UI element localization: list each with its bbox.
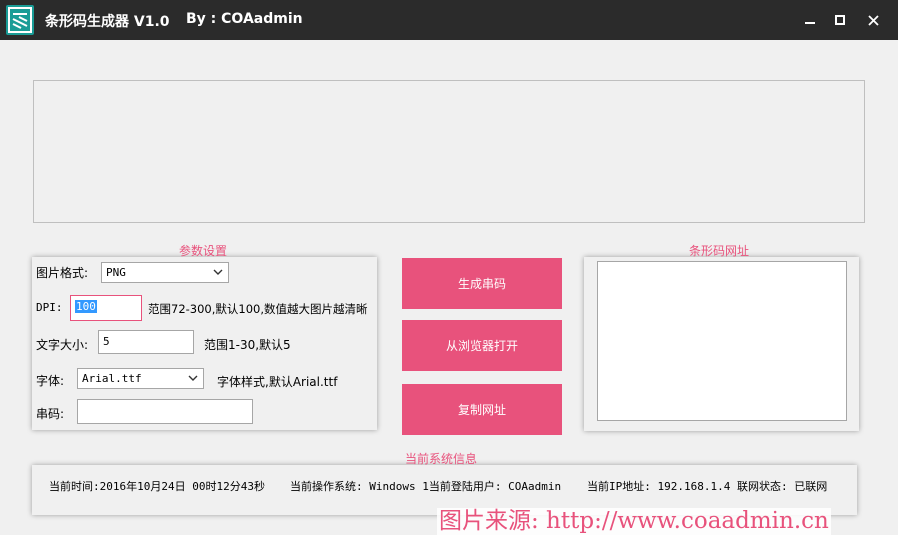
font-select[interactable]: Arial.ttf <box>77 368 204 389</box>
window-author: By : COAadmin <box>186 11 303 27</box>
dpi-value: 100 <box>75 300 97 313</box>
params-group-title: 参数设置 <box>179 244 228 258</box>
open-browser-button[interactable]: 从浏览器打开 <box>402 320 562 371</box>
code-input[interactable] <box>77 399 253 424</box>
params-group: 图片格式: PNG DPI: 100 范围72-300,默认100,数值越大图片… <box>32 257 377 430</box>
url-textbox[interactable] <box>597 261 847 421</box>
title-bar: 条形码生成器 V1.0 By : COAadmin <box>0 0 898 40</box>
fontsize-label: 文字大小: <box>36 338 89 352</box>
copy-url-button[interactable]: 复制网址 <box>402 384 562 435</box>
fontsize-value: 5 <box>103 335 110 348</box>
dpi-hint: 范围72-300,默认100,数值越大图片越清晰 <box>148 302 368 316</box>
current-time: 当前时间:2016年10月24日 00时12分43秒 <box>49 480 265 493</box>
url-group <box>584 257 859 431</box>
ip-status-info: 当前IP地址: 192.168.1.4 联网状态: 已联网 <box>587 480 828 493</box>
sysinfo-group-title: 当前系统信息 <box>405 452 478 466</box>
chevron-down-icon <box>213 269 223 275</box>
barcode-preview <box>33 80 865 223</box>
format-value: PNG <box>106 266 126 279</box>
code-label: 串码: <box>36 407 65 421</box>
dpi-input[interactable]: 100 <box>70 295 142 321</box>
url-group-title: 条形码网址 <box>689 244 750 258</box>
minimize-icon[interactable] <box>795 5 825 35</box>
font-label: 字体: <box>36 374 65 388</box>
close-icon[interactable] <box>858 5 888 35</box>
generate-button[interactable]: 生成串码 <box>402 258 562 309</box>
format-label: 图片格式: <box>36 266 89 280</box>
font-hint: 字体样式,默认Arial.ttf <box>217 375 338 389</box>
fontsize-hint: 范围1-30,默认5 <box>204 338 291 352</box>
dpi-label: DPI: <box>36 301 63 314</box>
maximize-icon[interactable] <box>825 5 855 35</box>
os-user-info: 当前操作系统: Windows 1当前登陆用户: COAadmin <box>290 480 562 493</box>
format-select[interactable]: PNG <box>101 262 229 283</box>
font-value: Arial.ttf <box>82 372 142 385</box>
source-watermark: 图片来源: http://www.coaadmin.cn <box>437 508 831 535</box>
chevron-down-icon <box>188 375 198 381</box>
barcode-app-icon <box>6 5 34 35</box>
fontsize-input[interactable]: 5 <box>98 330 194 354</box>
window-title: 条形码生成器 V1.0 <box>45 14 170 30</box>
